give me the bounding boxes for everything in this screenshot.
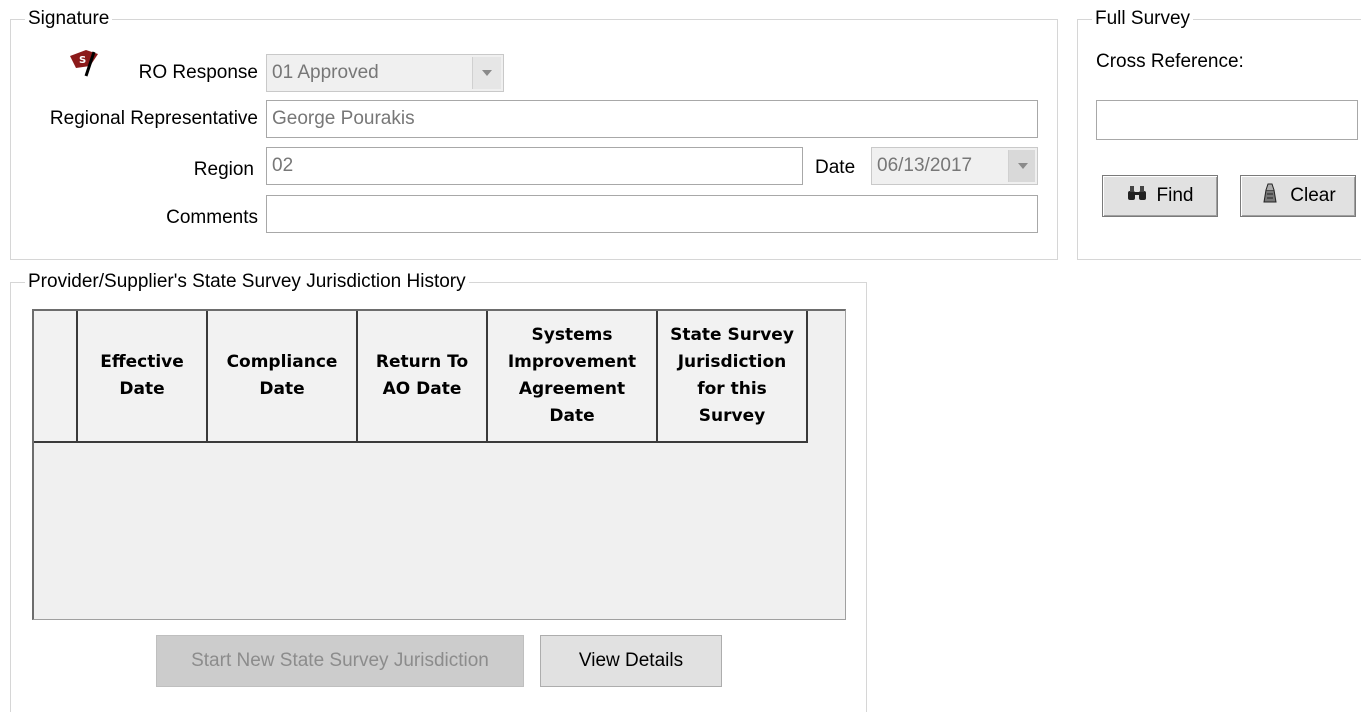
signature-flag-icon: S — [64, 46, 104, 80]
column-header-return-to-ao-date[interactable]: Return To AO Date — [358, 311, 488, 443]
date-dropdown-icon[interactable] — [1008, 150, 1035, 182]
ro-response-select[interactable]: 01 Approved — [266, 54, 504, 92]
view-details-button-label: View Details — [578, 650, 684, 671]
history-grid-header: Effective Date Compliance Date Return To… — [34, 311, 808, 443]
history-grid[interactable]: Effective Date Compliance Date Return To… — [32, 309, 846, 620]
eraser-icon — [1260, 182, 1280, 210]
region-value: 02 — [272, 155, 294, 176]
start-new-ssj-button-label: Start New State Survey Jurisdiction — [191, 650, 489, 671]
clear-button-label: Clear — [1290, 185, 1336, 206]
date-value: 06/13/2017 — [877, 155, 973, 176]
clear-button[interactable]: Clear — [1240, 175, 1356, 217]
cross-reference-field[interactable] — [1096, 100, 1358, 140]
regional-rep-value: George Pourakis — [272, 108, 415, 129]
ro-response-value: 01 Approved — [272, 62, 379, 83]
date-label: Date — [815, 157, 856, 178]
column-header-ssj-for-survey[interactable]: State Survey Jurisdiction for this Surve… — [658, 311, 808, 443]
column-header-effective-date[interactable]: Effective Date — [78, 311, 208, 443]
regional-rep-label: Regional Representative — [49, 108, 258, 129]
find-button-label: Find — [1156, 185, 1194, 206]
svg-text:S: S — [79, 55, 86, 66]
ro-response-label: RO Response — [138, 62, 258, 83]
history-group-title: Provider/Supplier's State Survey Jurisdi… — [25, 270, 469, 294]
start-new-ssj-button[interactable]: Start New State Survey Jurisdiction — [156, 635, 524, 687]
regional-rep-field[interactable]: George Pourakis — [266, 100, 1038, 138]
comments-field[interactable] — [266, 195, 1038, 233]
ro-response-dropdown-icon[interactable] — [472, 57, 501, 89]
find-button[interactable]: Find — [1102, 175, 1218, 217]
region-field[interactable]: 02 — [266, 147, 803, 185]
column-header-sia-date[interactable]: Systems Improvement Agreement Date — [488, 311, 658, 443]
signature-group-title: Signature — [25, 7, 113, 31]
binoculars-icon — [1127, 185, 1147, 207]
date-picker[interactable]: 06/13/2017 — [871, 147, 1038, 185]
row-header-corner[interactable] — [34, 311, 78, 443]
cross-reference-label: Cross Reference: — [1096, 51, 1244, 72]
column-header-compliance-date[interactable]: Compliance Date — [208, 311, 358, 443]
view-details-button[interactable]: View Details — [540, 635, 722, 687]
full-survey-group-title: Full Survey — [1092, 7, 1194, 31]
region-label: Region — [193, 159, 254, 180]
comments-label: Comments — [166, 207, 258, 228]
